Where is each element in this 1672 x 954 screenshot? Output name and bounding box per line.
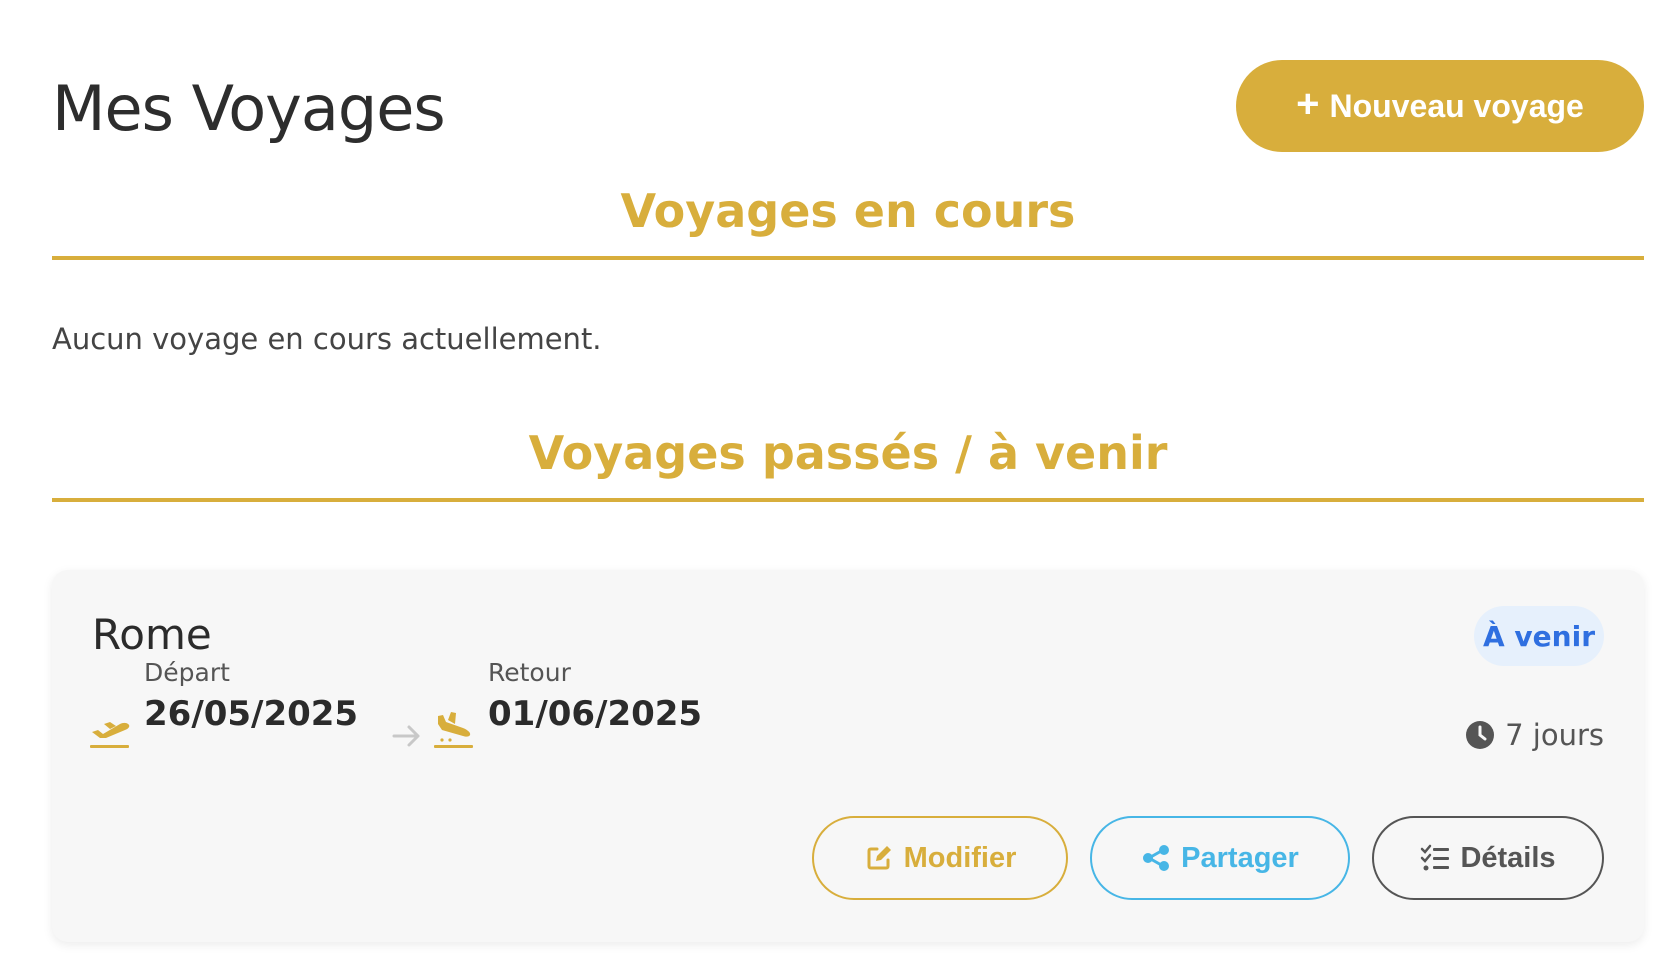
status-badge: À venir: [1474, 606, 1604, 666]
departure-date: 26/05/2025: [144, 694, 359, 734]
arrow-right-icon: [392, 725, 420, 747]
edit-trip-button-label: Modifier: [903, 841, 1017, 874]
share-icon: [1143, 845, 1170, 871]
edit-icon: [867, 846, 891, 870]
trips-page: Mes Voyages + Nouveau voyage Voyages en …: [52, 0, 1644, 954]
edit-trip-button[interactable]: Modifier: [812, 816, 1068, 900]
trip-details-button-label: Détails: [1460, 841, 1556, 874]
section-title-current: Voyages en cours: [620, 184, 1076, 238]
new-trip-button-label: Nouveau voyage: [1329, 87, 1584, 124]
share-trip-button[interactable]: Partager: [1090, 816, 1350, 900]
trip-duration: 7 jours: [1465, 718, 1604, 752]
return-label: Retour: [488, 658, 571, 687]
section-title-past-upcoming: Voyages passés / à venir: [528, 426, 1168, 480]
plane-departure-icon: [90, 722, 130, 748]
return-date: 01/06/2025: [488, 694, 703, 734]
section-divider-past-upcoming: [52, 498, 1644, 502]
page-title: Mes Voyages: [52, 72, 446, 145]
plus-icon: +: [1296, 82, 1320, 126]
trip-name: Rome: [92, 610, 212, 659]
empty-current-trips-message: Aucun voyage en cours actuellement.: [52, 322, 602, 356]
new-trip-button[interactable]: + Nouveau voyage: [1236, 60, 1644, 152]
trip-duration-text: 7 jours: [1505, 718, 1604, 752]
list-check-icon: [1421, 844, 1450, 871]
trip-card[interactable]: Rome À venir Départ 26/05/2025 Retour 01…: [52, 570, 1644, 942]
trip-details-button[interactable]: Détails: [1372, 816, 1604, 900]
page-header: Mes Voyages + Nouveau voyage: [52, 58, 1644, 154]
share-trip-button-label: Partager: [1181, 841, 1299, 874]
departure-label: Départ: [144, 658, 230, 687]
section-divider-current: [52, 256, 1644, 260]
plane-arrival-icon: [434, 712, 473, 748]
clock-icon: [1466, 721, 1495, 749]
